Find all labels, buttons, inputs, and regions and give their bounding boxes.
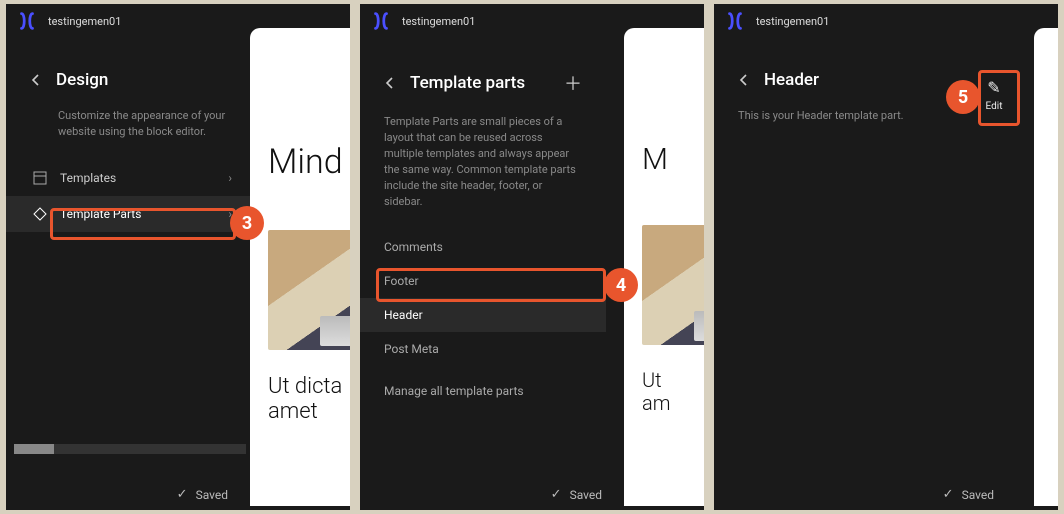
preview-image [268,230,350,350]
back-icon[interactable] [30,71,42,90]
nav-templates[interactable]: Templates › [6,160,252,196]
preview-image [642,225,704,345]
manage-all-link[interactable]: Manage all template parts [360,366,606,416]
nav-label: Template Parts [60,207,216,221]
saved-label: Saved [962,488,994,502]
sidebar-title: Header [764,70,944,90]
pencil-icon: ✎ [987,78,1000,97]
saved-label: Saved [196,488,228,502]
sidebar-header-part: Header This is your Header template part… [714,4,964,510]
nav-label: Templates [60,171,216,185]
sidebar-header: Template parts ＋ [360,40,606,106]
part-item-header[interactable]: Header [360,298,606,332]
panel-template-parts: testingemen01 Template parts ＋ Template … [360,4,704,510]
panel-header: testingemen01 Header This is your Header… [714,4,1058,510]
templates-icon [32,170,48,186]
preview-subheading: Ut dicta amet [268,374,350,425]
back-icon[interactable] [738,71,750,90]
saved-label: Saved [570,488,602,502]
sidebar-description: Customize the appearance of your website… [6,100,252,160]
check-icon: ✓ [177,487,188,502]
template-parts-icon [32,206,48,222]
site-preview: Mind Ut dicta amet [250,28,350,506]
site-preview [1034,28,1058,506]
edit-button[interactable]: ✎ Edit [976,78,1012,112]
back-icon[interactable] [384,74,396,93]
panel-design: testingemen01 Design Customize the appea… [6,4,350,510]
check-icon: ✓ [943,487,954,502]
sidebar-template-parts: Template parts ＋ Template Parts are smal… [360,4,606,510]
edit-label: Edit [986,101,1003,112]
nav-template-parts[interactable]: Template Parts › [6,196,252,232]
part-item-footer[interactable]: Footer [360,264,606,298]
sidebar-description: Template Parts are small pieces of a lay… [360,106,606,230]
add-template-part-button[interactable]: ＋ [560,70,586,96]
check-icon: ✓ [551,487,562,502]
part-item-comments[interactable]: Comments [360,230,606,264]
footer-status: ✓ Saved [6,487,240,502]
footer-status: ✓ Saved [360,487,614,502]
sidebar-title: Template parts [410,73,546,93]
footer-status: ✓ Saved [714,487,1018,502]
sidebar-description: This is your Header template part. [714,100,964,144]
preview-heading: M [642,142,704,177]
preview-heading: Mind [268,142,350,182]
preview-subheading: Ut am [642,369,704,415]
chevron-right-icon: › [228,171,232,185]
sidebar-header: Design [6,40,252,100]
sidebar-header: Header [714,40,964,100]
chevron-right-icon: › [228,207,232,221]
part-item-post-meta[interactable]: Post Meta [360,332,606,366]
sidebar-design: Design Customize the appearance of your … [6,4,252,510]
sidebar-title: Design [56,70,232,90]
horizontal-scrollbar[interactable] [14,444,246,454]
site-preview: M Ut am [624,28,704,506]
